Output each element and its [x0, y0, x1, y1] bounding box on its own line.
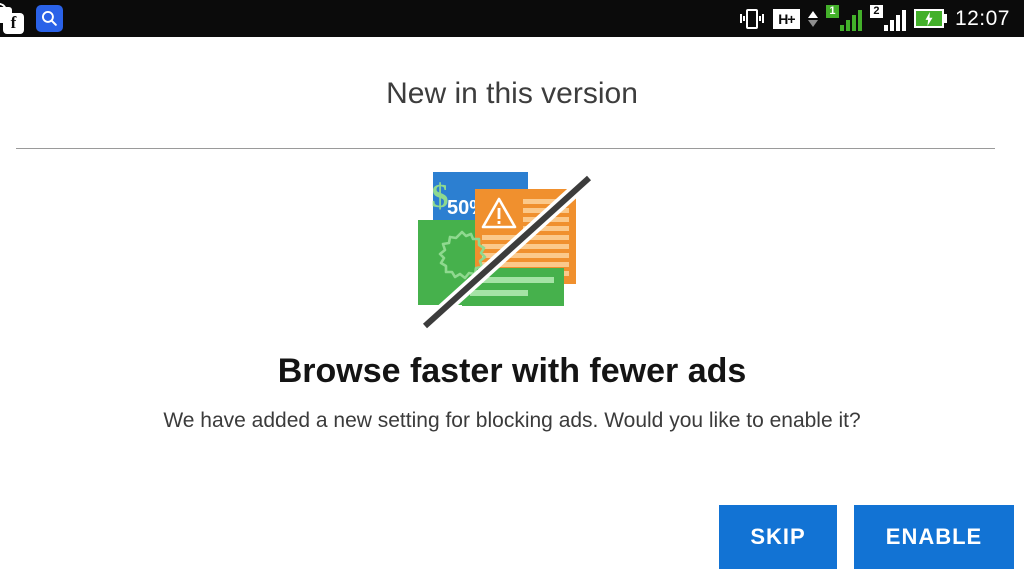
facebook-f-glyph: f: [3, 12, 24, 34]
blocked-ads-illustration: 50% $: [415, 172, 601, 332]
vibrate-icon: [739, 8, 765, 30]
subtext: We have added a new setting for blocking…: [163, 409, 861, 432]
sim2-number: 2: [869, 4, 883, 18]
search-icon[interactable]: [36, 5, 63, 32]
header-divider: [16, 148, 995, 149]
battery-charging-icon: [913, 9, 947, 28]
magnifier-glyph: [41, 10, 57, 26]
hplus-network-icon: H+: [772, 8, 800, 29]
headline: Browse faster with fewer ads: [277, 352, 747, 390]
page-title: New in this version: [386, 77, 638, 110]
status-bar-left-icons: f: [0, 0, 63, 37]
status-bar-right-icons: H+ 1 2 12:07: [739, 0, 1024, 37]
lightning-bolt-glyph: [925, 11, 933, 26]
sim1-signal-icon: 1: [825, 4, 862, 31]
status-bar: f H+ 1 2 12:07: [0, 0, 1024, 37]
sim2-signal-icon: 2: [869, 4, 906, 31]
button-row: SKIP ENABLE: [0, 505, 1024, 576]
status-bar-clock: 12:07: [954, 6, 1010, 30]
sim1-number: 1: [825, 4, 839, 18]
upload-arrow-icon: [807, 10, 818, 18]
data-transfer-arrows-icon: [807, 10, 818, 27]
blocked-slash-icon: [420, 173, 594, 331]
enable-button[interactable]: ENABLE: [854, 505, 1014, 569]
download-arrow-icon: [807, 19, 818, 27]
facebook-messenger-icon[interactable]: f: [0, 2, 30, 34]
skip-button[interactable]: SKIP: [719, 505, 837, 569]
